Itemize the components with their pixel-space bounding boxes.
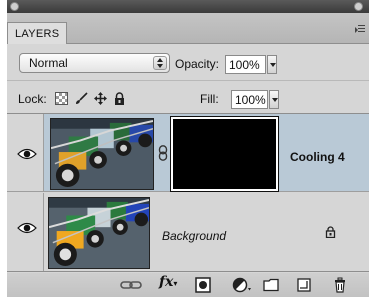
lock-label: Lock: bbox=[18, 92, 47, 106]
layer-thumbnail-motorcycles[interactable] bbox=[48, 197, 150, 269]
layers-panel: LAYERS Normal Opacity: 100% Lock: Fill: … bbox=[7, 0, 369, 297]
layer-row-cooling-4[interactable]: Cooling 4 bbox=[7, 114, 369, 192]
fill-dropdown-button[interactable] bbox=[269, 90, 279, 109]
fx-label: fx bbox=[159, 274, 174, 290]
link-layers-icon[interactable] bbox=[120, 277, 142, 293]
opacity-dropdown-button[interactable] bbox=[267, 55, 277, 74]
layer-row-background[interactable]: Background bbox=[7, 193, 369, 272]
mask-link-icon[interactable] bbox=[158, 145, 168, 161]
eye-icon[interactable] bbox=[17, 222, 37, 234]
blend-row: Normal Opacity: 100% bbox=[7, 44, 369, 81]
lock-row: Lock: Fill: 100% bbox=[7, 82, 369, 114]
visibility-cell[interactable] bbox=[7, 114, 44, 191]
layer-mask-thumbnail[interactable] bbox=[170, 116, 279, 192]
layer-name-cooling-4[interactable]: Cooling 4 bbox=[290, 150, 345, 164]
blend-mode-select[interactable]: Normal bbox=[19, 53, 170, 73]
adjustment-layer-icon[interactable] bbox=[232, 277, 252, 293]
layer-name-background[interactable]: Background bbox=[162, 229, 226, 243]
new-group-icon[interactable] bbox=[263, 277, 279, 293]
mask-fill bbox=[173, 119, 276, 189]
lock-move-icon[interactable] bbox=[94, 92, 107, 105]
eye-icon[interactable] bbox=[17, 148, 37, 160]
lock-brush-icon[interactable] bbox=[75, 92, 88, 105]
tab-layers[interactable]: LAYERS bbox=[7, 22, 67, 44]
layer-lock-icon[interactable] bbox=[325, 226, 336, 238]
blend-mode-stepper-icon[interactable] bbox=[153, 56, 167, 70]
visibility-cell[interactable] bbox=[7, 193, 44, 271]
trash-icon[interactable] bbox=[333, 277, 347, 293]
opacity-input[interactable]: 100% bbox=[225, 55, 266, 74]
blend-mode-value: Normal bbox=[29, 56, 68, 70]
fill-label: Fill: bbox=[200, 92, 219, 106]
layers-toolbar: fx▾ bbox=[7, 273, 369, 297]
fill-input[interactable]: 100% bbox=[231, 90, 268, 109]
fx-icon[interactable]: fx▾ bbox=[159, 274, 181, 290]
add-mask-icon[interactable] bbox=[195, 277, 211, 293]
layer-thumbnail-motorcycles[interactable] bbox=[50, 118, 154, 190]
tab-row: LAYERS bbox=[7, 13, 369, 44]
new-layer-icon[interactable] bbox=[297, 277, 311, 293]
panel-menu-icon[interactable] bbox=[355, 25, 365, 35]
lock-all-icon[interactable] bbox=[113, 92, 126, 105]
close-panel-icon[interactable] bbox=[10, 2, 19, 11]
fx-dropdown-caret: ▾ bbox=[173, 278, 178, 288]
lock-transparent-icon[interactable] bbox=[55, 92, 68, 105]
panel-title-strip bbox=[7, 0, 369, 13]
collapse-panel-icon[interactable] bbox=[354, 2, 363, 11]
opacity-label: Opacity: bbox=[175, 57, 220, 71]
